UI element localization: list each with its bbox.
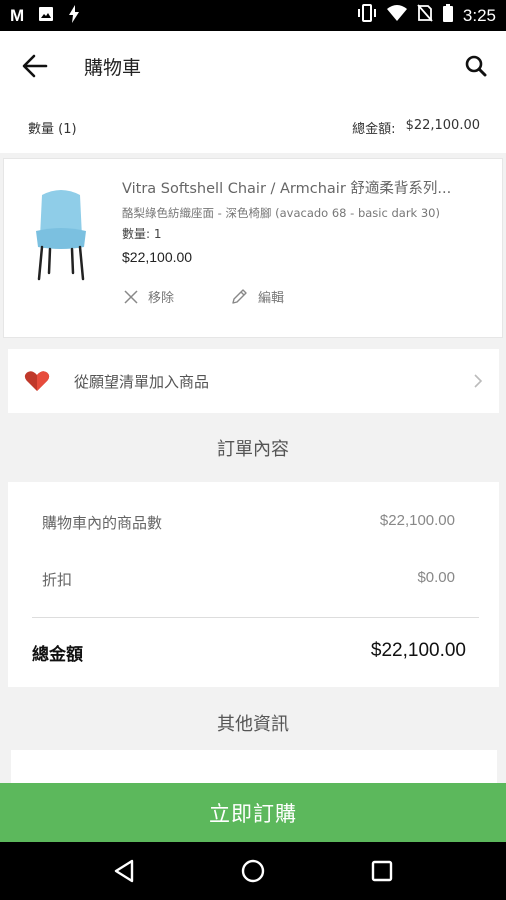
status-right: 3:25	[357, 4, 496, 27]
battery-icon	[442, 4, 453, 27]
search-button[interactable]	[446, 31, 506, 101]
recents-square-icon	[371, 860, 392, 882]
nav-back-button[interactable]	[104, 851, 144, 891]
wifi-icon	[386, 5, 407, 26]
product-quantity: 數量: 1	[122, 227, 162, 241]
buy-now-button[interactable]: 立即訂購	[0, 783, 506, 842]
image-icon	[38, 6, 54, 26]
order-row-value: $22,100.00	[379, 512, 455, 529]
order-total-value: $22,100.00	[370, 640, 466, 661]
arrow-left-icon	[22, 54, 48, 78]
order-row-discount: 折扣 $0.00	[42, 569, 455, 590]
flash-icon	[68, 4, 80, 27]
remove-button[interactable]: 移除	[124, 287, 174, 306]
product-price: $22,100.00	[122, 249, 193, 265]
back-button[interactable]	[0, 31, 70, 101]
other-section-title: 其他資訊	[217, 714, 289, 735]
cart-item-actions: 移除 編輯	[124, 287, 284, 306]
toolbar: 購物車	[0, 31, 506, 101]
chevron-right-icon	[474, 374, 483, 388]
nav-recents-button[interactable]	[362, 851, 402, 891]
order-total: 總金額 $22,100.00	[32, 640, 466, 665]
wishlist-label: 從願望清單加入商品	[74, 372, 210, 391]
status-left: M	[10, 4, 80, 27]
heart-icon	[24, 371, 50, 391]
page-title: 購物車	[84, 56, 142, 79]
add-from-wishlist[interactable]: 從願望清單加入商品	[8, 349, 499, 413]
search-icon	[465, 55, 487, 77]
no-sim-icon	[417, 4, 433, 27]
cart-total-label: 總金額:	[352, 121, 396, 137]
close-icon	[124, 289, 138, 304]
cart-item-card[interactable]: Vitra Softshell Chair / Armchair 舒適柔背系列.…	[3, 158, 503, 338]
product-image[interactable]	[26, 187, 96, 287]
order-row-value: $0.00	[417, 569, 455, 586]
cart-total-value: $22,100.00	[405, 117, 480, 133]
order-row-items: 購物車內的商品數 $22,100.00	[42, 512, 455, 533]
cart-quantity: 數量 (1)	[28, 121, 77, 137]
status-time: 3:25	[462, 5, 496, 25]
product-variant: 酪梨綠色紡織座面 - 深色椅腳 (avacado 68 - basic dark…	[122, 206, 440, 220]
edit-label: 編輯	[258, 291, 285, 306]
home-circle-icon	[241, 859, 265, 883]
status-bar: M 3:25	[0, 0, 506, 31]
m-logo-icon: M	[10, 5, 25, 25]
remove-label: 移除	[148, 291, 175, 306]
edit-button[interactable]: 編輯	[230, 287, 284, 306]
cart-total: 總金額: $22,100.00	[352, 118, 480, 137]
order-row-label: 購物車內的商品數	[42, 514, 163, 532]
product-info: Vitra Softshell Chair / Armchair 舒適柔背系列.…	[122, 177, 494, 265]
back-triangle-icon	[115, 859, 134, 883]
order-section-title: 訂單內容	[217, 439, 289, 460]
product-name[interactable]: Vitra Softshell Chair / Armchair 舒適柔背系列.…	[122, 177, 494, 198]
order-total-label: 總金額	[32, 645, 83, 665]
order-summary-card: 購物車內的商品數 $22,100.00 折扣 $0.00 總金額 $22,100…	[8, 482, 499, 687]
order-row-label: 折扣	[42, 571, 73, 589]
vibrate-icon	[357, 4, 377, 27]
system-nav-bar	[0, 842, 506, 900]
nav-home-button[interactable]	[233, 851, 273, 891]
pencil-icon	[232, 288, 247, 304]
cart-summary: 數量 (1) 總金額: $22,100.00	[0, 101, 506, 153]
divider	[32, 617, 479, 618]
